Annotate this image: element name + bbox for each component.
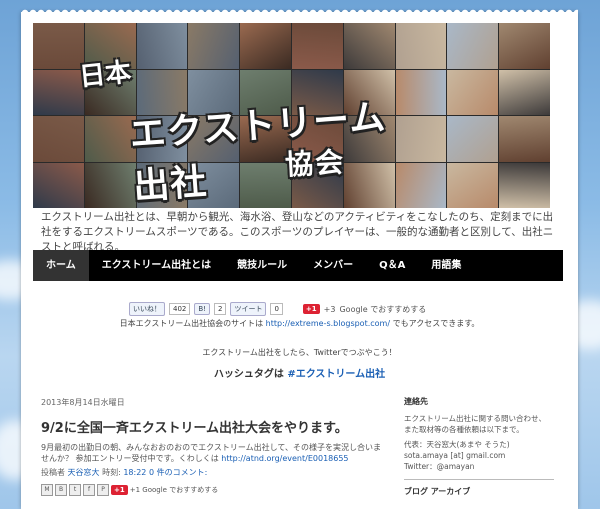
nav-item-qa[interactable]: Q＆A	[366, 250, 418, 281]
hashtag-prefix: ハッシュタグは	[213, 369, 284, 380]
facebook-share-icon[interactable]: f	[83, 484, 95, 496]
title-line-3: 協会	[284, 145, 346, 182]
title-line-2: エクストリーム出社	[128, 97, 388, 208]
post-meta: 投稿者 天谷窓大 時刻: 18:22 0 件のコメント:	[41, 467, 207, 478]
contact-email: sota.amaya [at] gmail.com	[404, 451, 506, 460]
nav-item-home[interactable]: ホーム	[33, 250, 89, 281]
contact-text-2: また取材等の各種依頼は以下まで。	[404, 425, 524, 434]
collage-photo-tile	[447, 69, 499, 115]
contact-rep: 代表：天谷窓大(あまや そうた)	[404, 440, 510, 449]
post-gplus-button[interactable]: +1	[111, 485, 128, 495]
post-body: 9月最初の出勤日の朝、みんなおおのおのでエクストリーム出社して、その様子を実況し…	[41, 442, 381, 464]
nav-item-rules[interactable]: 競技ルール	[224, 250, 300, 281]
facebook-like-button[interactable]: いいね！	[129, 302, 165, 316]
site-description: エクストリーム出社とは、早朝から観光、海水浴、登山などのアクティビティをこなした…	[41, 211, 554, 253]
blog-share-icon[interactable]: B	[55, 484, 67, 496]
email-share-icon[interactable]: M	[41, 484, 53, 496]
post-author-link[interactable]: 天谷窓大	[68, 468, 100, 477]
collage-photo-tile	[447, 23, 499, 69]
collage-photo-tile	[499, 116, 550, 162]
sidebar: 連絡先 エクストリーム出社に関する問い合わせ、 また取材等の各種依頼は以下まで。…	[404, 396, 554, 503]
post-body-link[interactable]: http://atnd.org/event/E0018655	[221, 454, 348, 463]
archive-heading: ブログ アーカイブ	[404, 487, 471, 496]
nav-item-about[interactable]: エクストリーム出社とは	[89, 250, 224, 281]
main-nav: ホーム エクストリーム出社とは 競技ルール メンバー Q＆A 用語集	[33, 250, 563, 281]
collage-photo-tile	[499, 69, 550, 115]
site-url-notice: 日本エクストリーム出社協会のサイトは http://extreme-s.blog…	[21, 318, 578, 329]
collage-photo-tile	[447, 116, 499, 162]
notice-suffix: でもアクセスできます。	[392, 319, 480, 328]
hatena-bookmark-button[interactable]: B!	[194, 303, 210, 315]
twitter-share-icon[interactable]: t	[69, 484, 81, 496]
contact-text-1: エクストリーム出社に関する問い合わせ、	[404, 414, 547, 423]
site-title-logo[interactable]: 日本 エクストリーム出社 協会	[73, 52, 413, 207]
collage-photo-tile	[499, 162, 550, 208]
notice-prefix: 日本エクストリーム出社協会のサイトは	[119, 319, 264, 328]
post-share-bar: M B t f P +1 +1 Google でおすすめする	[41, 484, 218, 496]
post-author-label: 投稿者	[41, 468, 65, 477]
social-buttons: いいね！ 402 B! 2 ツイート 0 +1 +3 Google でおすすめす…	[129, 302, 426, 316]
post-time-link[interactable]: 18:22	[123, 468, 146, 477]
post-gplus-text: +1 Google でおすすめする	[129, 486, 219, 494]
nav-item-members[interactable]: メンバー	[300, 250, 366, 281]
post-time-label: 時刻:	[102, 468, 121, 477]
sidebar-divider	[404, 479, 554, 480]
post-comments-link[interactable]: 0 件のコメント:	[149, 468, 207, 477]
contact-heading: 連絡先	[404, 397, 428, 406]
hatena-count: 2	[213, 303, 227, 315]
hashtag-link[interactable]: #エクストリーム出社	[287, 369, 385, 380]
gplus-text: Google でおすすめする	[339, 304, 427, 314]
gplus-button[interactable]: +1	[302, 304, 320, 314]
hashtag-line: ハッシュタグは #エクストリーム出社	[21, 365, 578, 380]
tweet-button[interactable]: ツイート	[230, 302, 267, 316]
like-count: 402	[169, 303, 191, 315]
title-line-1: 日本	[77, 57, 133, 93]
twitter-notice: エクストリーム出社をしたら、Twitterでつぶやこう！	[202, 348, 397, 357]
gplus-count: +3	[323, 304, 336, 314]
collage-photo-tile	[447, 162, 499, 208]
nav-item-glossary[interactable]: 用語集	[418, 250, 474, 281]
collage-photo-tile	[499, 23, 550, 69]
pinterest-share-icon[interactable]: P	[97, 484, 109, 496]
page-container: 日本 エクストリーム出社 協会 エクストリーム出社とは、早朝から観光、海水浴、登…	[21, 7, 578, 509]
post-title[interactable]: 9/2に全国一斉エクストリーム出社大会をやります。	[41, 417, 348, 436]
post-date: 2013年8月14日水曜日	[41, 398, 125, 407]
site-url-link[interactable]: http://extreme-s.blogspot.com/	[266, 319, 390, 328]
tweet-count: 0	[270, 303, 283, 315]
contact-twitter: Twitter：@amayan	[404, 462, 475, 471]
